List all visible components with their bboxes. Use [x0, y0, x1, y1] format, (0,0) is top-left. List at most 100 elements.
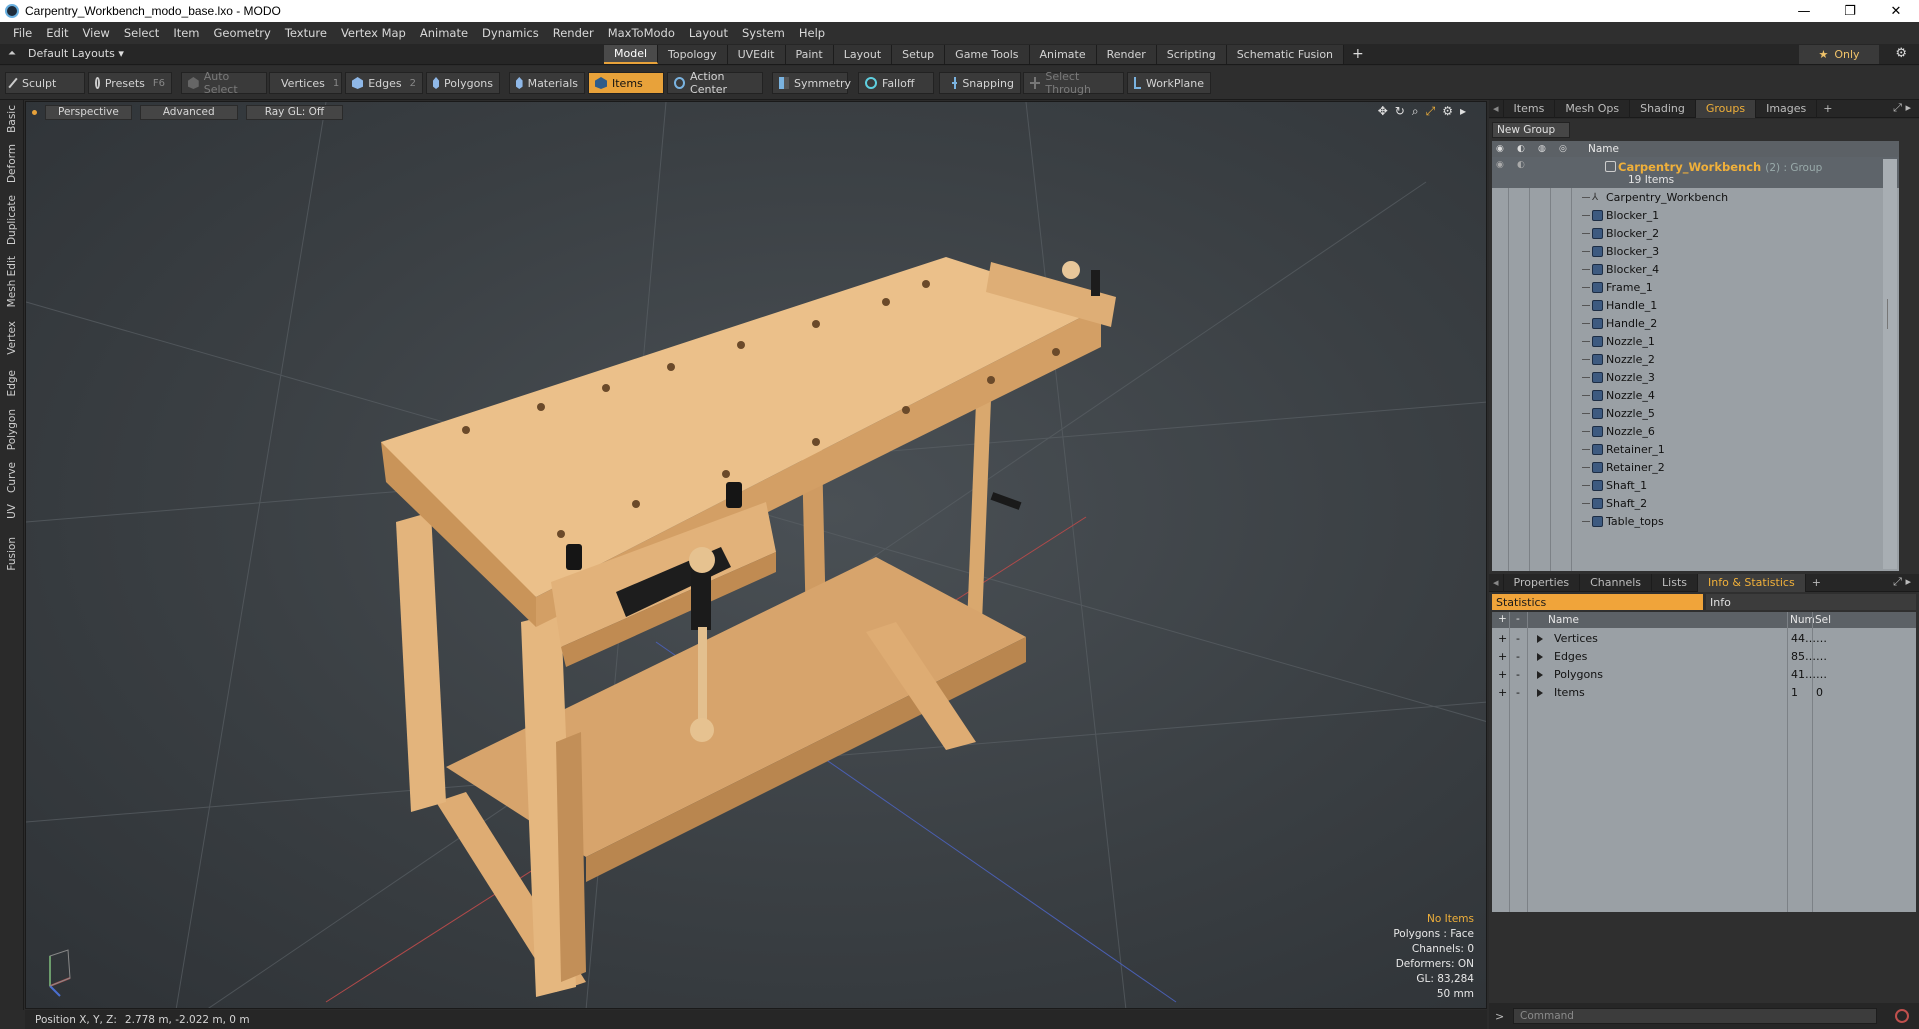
tab-lists[interactable]: Lists	[1652, 573, 1698, 592]
tab-setup[interactable]: Setup	[892, 45, 946, 64]
disclosure-triangle-icon[interactable]	[1537, 671, 1543, 679]
menu-system[interactable]: System	[735, 26, 792, 40]
disclosure-triangle-icon[interactable]	[1537, 689, 1543, 697]
vtab-vertex[interactable]: Vertex	[2, 318, 22, 358]
close-button[interactable]: ✕	[1873, 0, 1919, 22]
3d-viewport[interactable]: Perspective Advanced Ray GL: Off ✥ ↻ ⌕ ⤢…	[25, 101, 1487, 1009]
snapping-button[interactable]: Snapping	[939, 72, 1021, 94]
render-icon[interactable]: ◐	[1517, 145, 1528, 154]
tab-items[interactable]: Items	[1504, 99, 1556, 118]
stats-row[interactable]: + - Polygons 41……	[1492, 666, 1916, 684]
select-through-button[interactable]: Select Through	[1023, 70, 1124, 96]
command-input[interactable]: Command	[1513, 1008, 1877, 1024]
viewport-menu-icon[interactable]	[32, 109, 37, 115]
tree-scrollbar[interactable]	[1883, 159, 1897, 569]
lock-icon[interactable]: ◍	[1538, 145, 1549, 154]
collapse-all-icon[interactable]: -	[1516, 613, 1520, 625]
sculpt-button[interactable]: Sculpt	[5, 72, 85, 94]
collapse-row-icon[interactable]: -	[1516, 686, 1520, 699]
tab-mesh-ops[interactable]: Mesh Ops	[1555, 99, 1631, 118]
collapse-row-icon[interactable]: -	[1516, 668, 1520, 681]
collapse-row-icon[interactable]: -	[1516, 650, 1520, 663]
eye-icon[interactable]: ◉	[1496, 145, 1507, 154]
maximize-bottom-panel-icon[interactable]: ⤢ ▸	[1893, 575, 1911, 589]
record-macro-icon[interactable]	[1895, 1009, 1909, 1023]
rotate-icon[interactable]: ↻	[1395, 104, 1405, 119]
group-item-row[interactable]: Handle_1	[1492, 297, 1899, 315]
group-item-row[interactable]: Nozzle_4	[1492, 387, 1899, 405]
subtab-statistics[interactable]: Statistics	[1492, 594, 1703, 610]
group-item-row[interactable]: Nozzle_1	[1492, 333, 1899, 351]
falloff-button[interactable]: Falloff	[858, 72, 934, 94]
tab-paint[interactable]: Paint	[785, 45, 834, 64]
fit-icon[interactable]: ⤢	[1426, 104, 1436, 119]
stats-row[interactable]: + - Edges 85……	[1492, 648, 1916, 666]
add-panel-tab-icon[interactable]: +	[1817, 102, 1838, 115]
vtab-basic[interactable]: Basic	[2, 104, 22, 134]
maximize-panel-icon[interactable]: ⤢ ▸	[1893, 101, 1911, 115]
menu-render[interactable]: Render	[546, 26, 601, 40]
vtab-edge[interactable]: Edge	[2, 366, 22, 400]
expand-row-icon[interactable]: +	[1498, 686, 1507, 699]
group-item-row[interactable]: Blocker_1	[1492, 207, 1899, 225]
add-tab-icon[interactable]: +	[1352, 45, 1364, 64]
view-type-dropdown[interactable]: Perspective	[45, 104, 132, 120]
group-item-row[interactable]: Shaft_2	[1492, 495, 1899, 513]
workbench-model[interactable]	[381, 257, 1116, 997]
menu-help[interactable]: Help	[792, 26, 832, 40]
disclosure-triangle-icon[interactable]	[1537, 635, 1543, 643]
tab-game-tools[interactable]: Game Tools	[945, 45, 1030, 64]
menu-layout[interactable]: Layout	[682, 26, 735, 40]
group-item-row[interactable]: Nozzle_5	[1492, 405, 1899, 423]
tab-scripting[interactable]: Scripting	[1156, 45, 1227, 64]
menu-item[interactable]: Item	[166, 26, 206, 40]
group-visibility-icon[interactable]: ◉	[1496, 161, 1507, 170]
group-item-row[interactable]: ⅄ Carpentry_Workbench	[1492, 189, 1899, 207]
add-bottom-tab-icon[interactable]: +	[1806, 576, 1827, 589]
viewport-settings-icon[interactable]: ⚙	[1442, 104, 1453, 119]
minimize-button[interactable]: —	[1781, 0, 1827, 22]
group-item-row[interactable]: Nozzle_2	[1492, 351, 1899, 369]
action-center-button[interactable]: Action Center	[667, 70, 763, 96]
edges-button[interactable]: Edges 2	[345, 72, 423, 94]
group-item-row[interactable]: Blocker_2	[1492, 225, 1899, 243]
vtab-curve[interactable]: Curve	[2, 457, 22, 497]
panel-menu-icon[interactable]: ◂	[1489, 99, 1504, 118]
raygl-toggle[interactable]: Ray GL: Off	[245, 104, 344, 120]
materials-button[interactable]: Materials	[509, 72, 585, 94]
expand-row-icon[interactable]: +	[1498, 650, 1507, 663]
items-button[interactable]: Items	[588, 72, 664, 94]
tree-scrollbar-thumb[interactable]	[1887, 299, 1893, 329]
vtab-duplicate[interactable]: Duplicate	[2, 194, 22, 246]
shading-dropdown[interactable]: Advanced	[139, 104, 238, 120]
tab-render[interactable]: Render	[1096, 45, 1157, 64]
group-item-row[interactable]: Nozzle_6	[1492, 423, 1899, 441]
tab-channels[interactable]: Channels	[1580, 573, 1653, 592]
group-item-row[interactable]: Nozzle_3	[1492, 369, 1899, 387]
new-group-button[interactable]: New Group	[1492, 122, 1570, 138]
group-item-row[interactable]: Retainer_1	[1492, 441, 1899, 459]
expand-right-icon[interactable]: ▸	[1460, 104, 1466, 119]
groups-tree[interactable]: ◉ ◐ ◍ ◎ Name ◉ ◐ Carpentry_Workbench (2)…	[1492, 141, 1899, 571]
maximize-button[interactable]: ❐	[1827, 0, 1873, 22]
collapse-row-icon[interactable]: -	[1516, 632, 1520, 645]
presets-button[interactable]: Presets F6	[88, 72, 172, 94]
vtab-fusion[interactable]: Fusion	[2, 534, 22, 574]
tab-properties[interactable]: Properties	[1504, 573, 1581, 592]
group-item-row[interactable]: Blocker_3	[1492, 243, 1899, 261]
expand-all-icon[interactable]: +	[1498, 613, 1507, 625]
stats-row[interactable]: + - Items 1 0	[1492, 684, 1916, 702]
layout-up-icon[interactable]: ⏶	[8, 48, 16, 59]
tab-animate[interactable]: Animate	[1029, 45, 1097, 64]
select-icon[interactable]: ◎	[1559, 145, 1570, 154]
expand-row-icon[interactable]: +	[1498, 668, 1507, 681]
group-item-row[interactable]: Retainer_2	[1492, 459, 1899, 477]
tab-topology[interactable]: Topology	[658, 45, 728, 64]
group-item-row[interactable]: Table_tops	[1492, 513, 1899, 531]
auto-select-button[interactable]: Auto Select	[181, 70, 267, 96]
menu-edit[interactable]: Edit	[39, 26, 75, 40]
menu-texture[interactable]: Texture	[278, 26, 334, 40]
bottom-panel-menu-icon[interactable]: ◂	[1489, 573, 1504, 592]
workplane-button[interactable]: WorkPlane	[1127, 72, 1211, 94]
stats-row[interactable]: + - Vertices 44……	[1492, 630, 1916, 648]
